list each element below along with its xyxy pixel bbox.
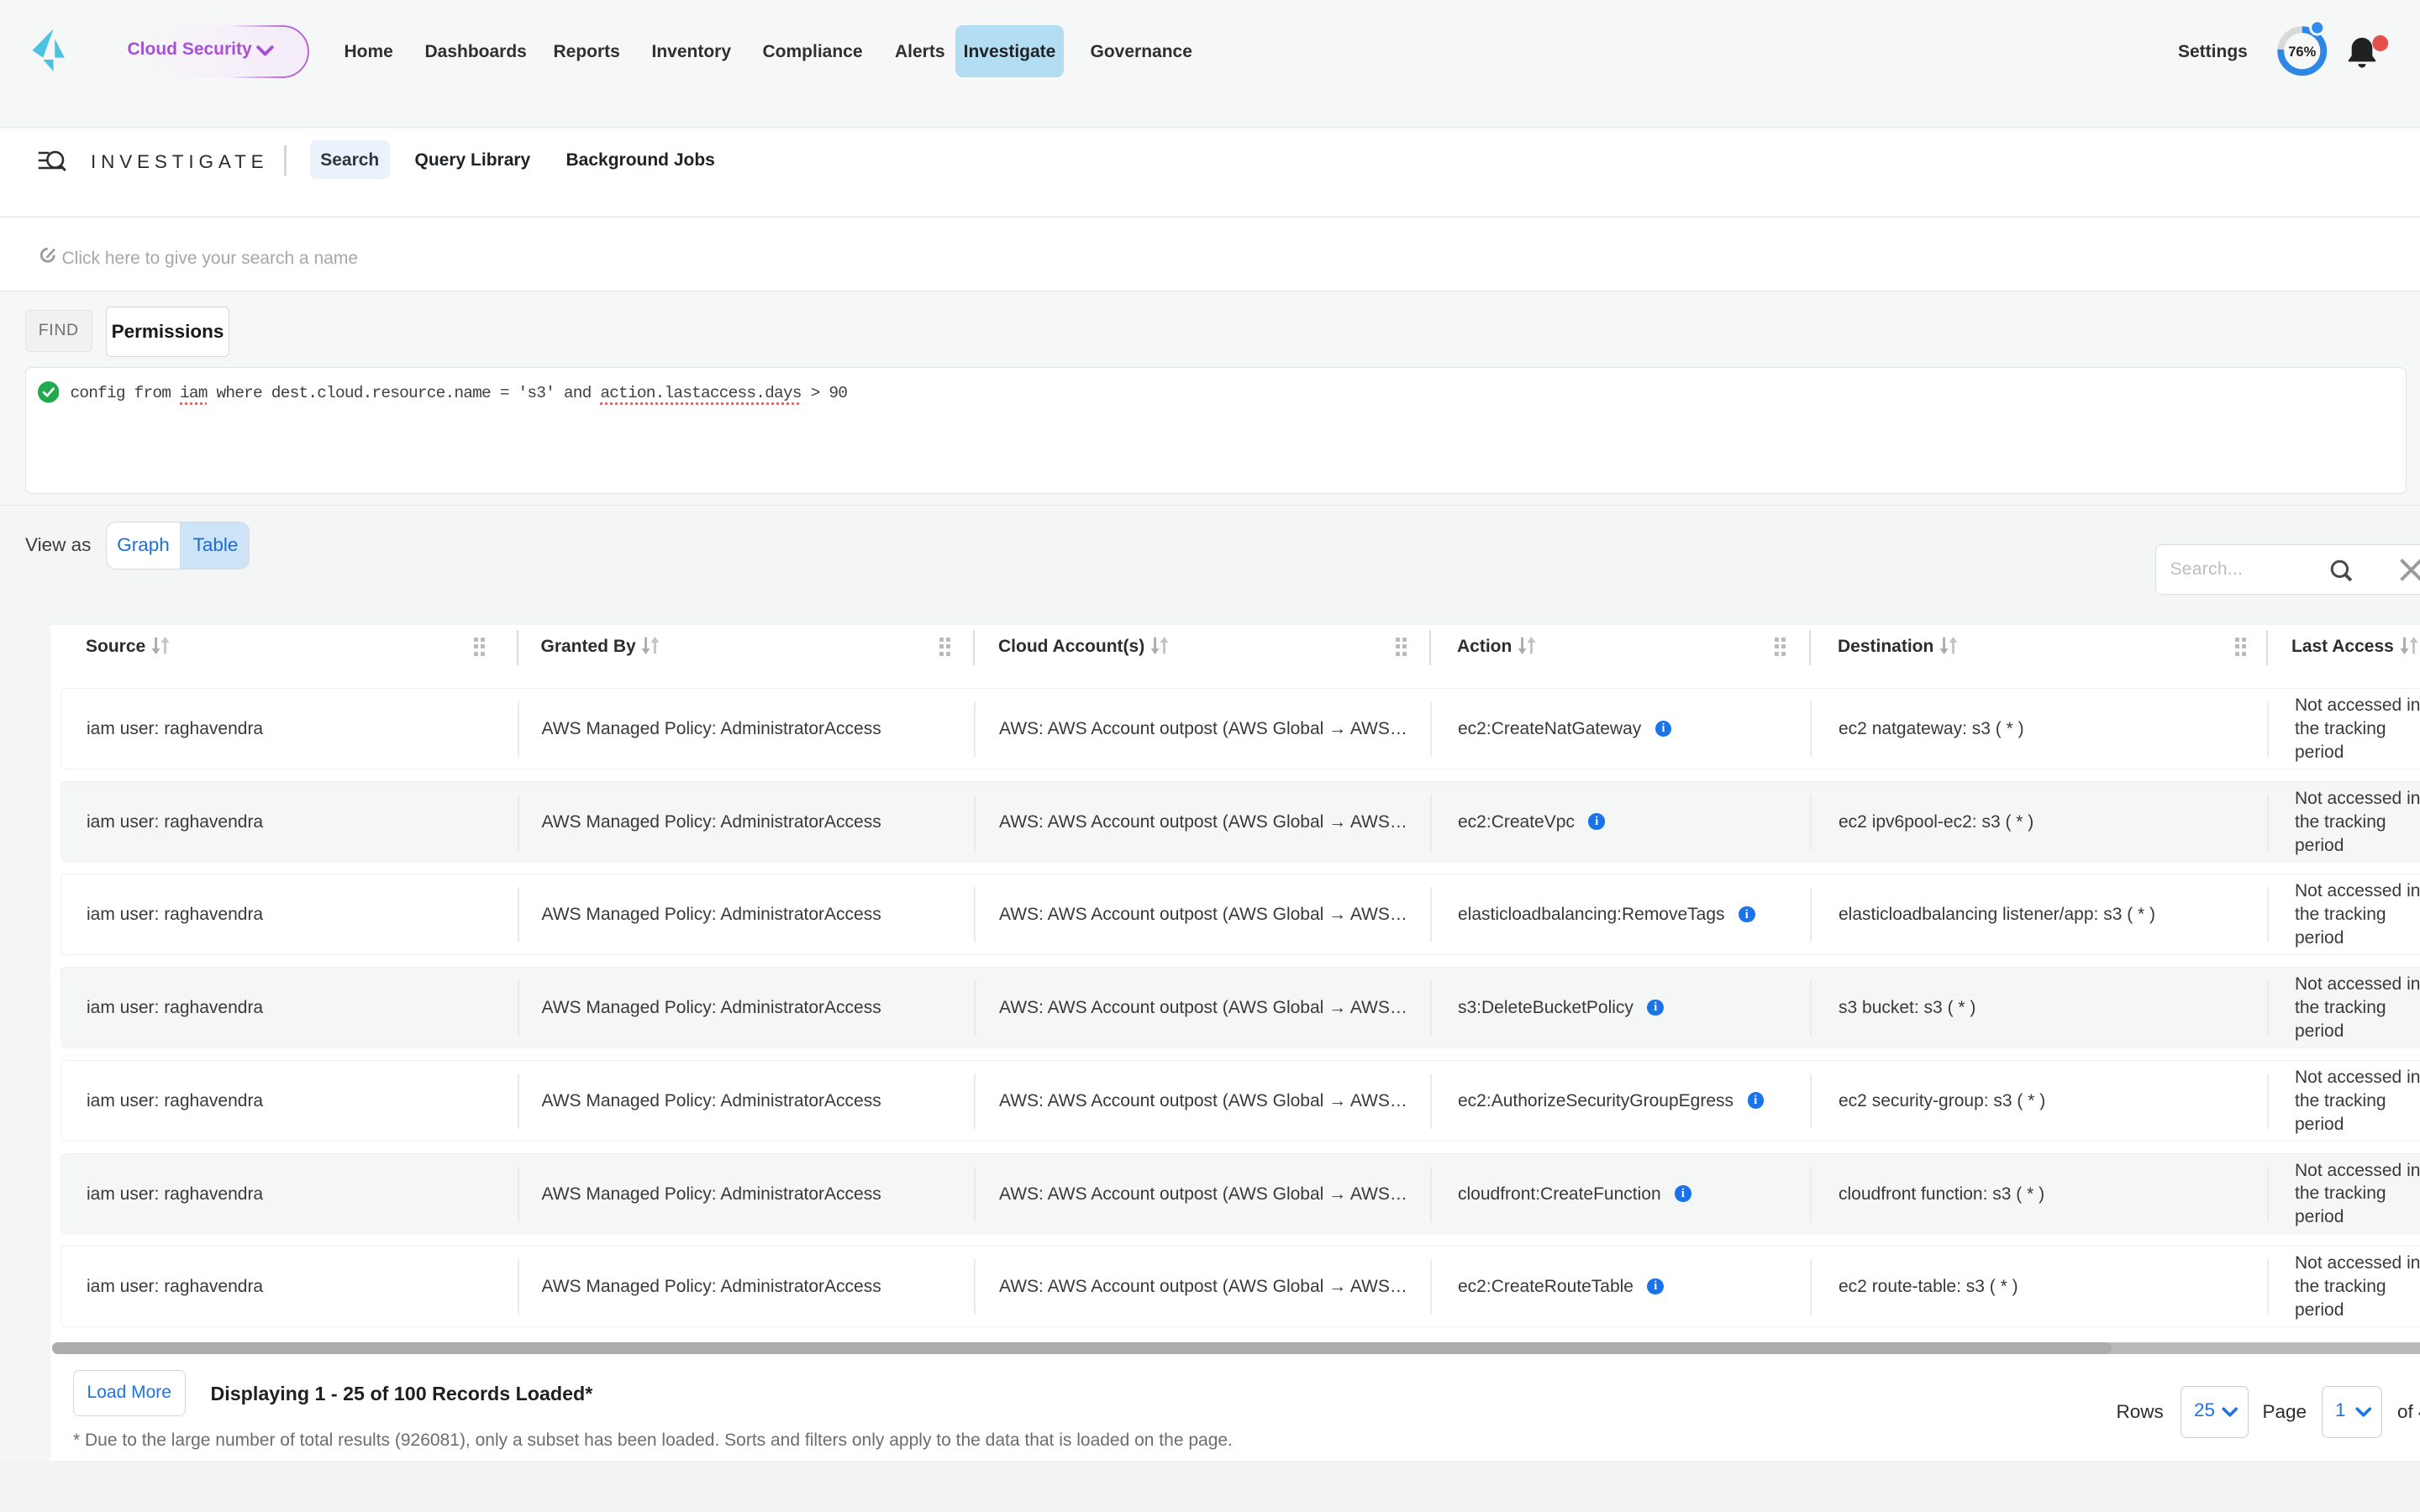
svg-text:76%: 76% — [2288, 45, 2316, 60]
